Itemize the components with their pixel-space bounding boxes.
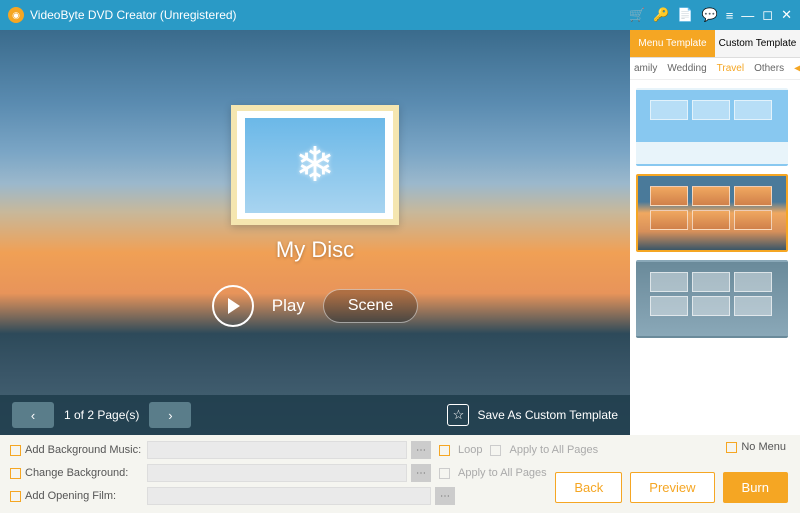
loop-label: Loop bbox=[458, 444, 482, 456]
template-thumb-3[interactable] bbox=[636, 260, 788, 338]
apply-music-label: Apply to All Pages bbox=[509, 444, 598, 456]
page-indicator: 1 of 2 Page(s) bbox=[64, 408, 139, 422]
category-row: amily Wedding Travel Others ◀▶ bbox=[630, 58, 800, 80]
menu-thumbnail-frame[interactable]: ❄ bbox=[231, 105, 399, 225]
next-page-button[interactable]: › bbox=[149, 402, 191, 428]
app-logo-icon: ◉ bbox=[8, 7, 24, 23]
template-thumb-1[interactable] bbox=[636, 88, 788, 166]
minimize-icon[interactable]: — bbox=[741, 8, 754, 23]
no-menu-checkbox[interactable] bbox=[726, 442, 737, 453]
opening-checkbox[interactable] bbox=[10, 491, 21, 502]
apply-bg-label: Apply to All Pages bbox=[458, 467, 547, 479]
opening-input[interactable] bbox=[147, 487, 431, 505]
template-thumb-2[interactable] bbox=[636, 174, 788, 252]
bg-music-input[interactable] bbox=[147, 441, 407, 459]
cat-scroll-icon[interactable]: ◀▶ bbox=[794, 63, 800, 74]
star-icon: ☆ bbox=[447, 404, 469, 426]
tab-custom-template[interactable]: Custom Template bbox=[715, 30, 800, 57]
change-bg-input[interactable] bbox=[147, 464, 407, 482]
preview-button[interactable]: Preview bbox=[630, 472, 714, 503]
cart-icon[interactable]: 🛒 bbox=[629, 7, 645, 23]
close-icon[interactable]: ✕ bbox=[781, 7, 792, 23]
snowflake-icon: ❄ bbox=[295, 137, 335, 193]
scene-button[interactable]: Scene bbox=[323, 289, 418, 323]
change-bg-label: Change Background: bbox=[25, 467, 143, 479]
apply-bg-checkbox[interactable] bbox=[439, 468, 450, 479]
cat-travel[interactable]: Travel bbox=[717, 63, 744, 74]
back-button[interactable]: Back bbox=[555, 472, 622, 503]
cat-family[interactable]: amily bbox=[634, 63, 657, 74]
cat-wedding[interactable]: Wedding bbox=[667, 63, 706, 74]
play-label[interactable]: Play bbox=[272, 296, 305, 316]
titlebar-actions: 🛒 🔑 📄 💬 ≡ — ◻ ✕ bbox=[629, 7, 792, 23]
disc-title[interactable]: My Disc bbox=[276, 237, 354, 263]
burn-button[interactable]: Burn bbox=[723, 472, 788, 503]
prev-page-button[interactable]: ‹ bbox=[12, 402, 54, 428]
change-bg-checkbox[interactable] bbox=[10, 468, 21, 479]
tab-menu-template[interactable]: Menu Template bbox=[630, 30, 715, 57]
bottom-panel: Add Background Music: ⋯ Loop Apply to Al… bbox=[0, 435, 800, 513]
preview-panel: ❄ My Disc Play Scene ‹ 1 of 2 Page(s) › … bbox=[0, 30, 630, 435]
titlebar: ◉ VideoByte DVD Creator (Unregistered) 🛒… bbox=[0, 0, 800, 30]
key-icon[interactable]: 🔑 bbox=[653, 7, 669, 23]
menu-icon[interactable]: ≡ bbox=[726, 8, 734, 23]
opening-browse[interactable]: ⋯ bbox=[435, 487, 455, 505]
save-template-button[interactable]: ☆ Save As Custom Template bbox=[447, 404, 618, 426]
maximize-icon[interactable]: ◻ bbox=[762, 7, 773, 23]
app-title: VideoByte DVD Creator (Unregistered) bbox=[30, 8, 237, 22]
no-menu-label: No Menu bbox=[741, 441, 786, 453]
bg-music-browse[interactable]: ⋯ bbox=[411, 441, 431, 459]
change-bg-browse[interactable]: ⋯ bbox=[411, 464, 431, 482]
chat-icon[interactable]: 💬 bbox=[702, 7, 718, 23]
bg-music-label: Add Background Music: bbox=[25, 444, 143, 456]
play-button[interactable] bbox=[212, 285, 254, 327]
save-template-label: Save As Custom Template bbox=[477, 408, 618, 422]
template-sidebar: Menu Template Custom Template amily Wedd… bbox=[630, 30, 800, 435]
pager-bar: ‹ 1 of 2 Page(s) › ☆ Save As Custom Temp… bbox=[0, 395, 630, 435]
file-icon[interactable]: 📄 bbox=[677, 7, 693, 23]
loop-checkbox[interactable] bbox=[439, 445, 450, 456]
apply-music-checkbox[interactable] bbox=[490, 445, 501, 456]
cat-others[interactable]: Others bbox=[754, 63, 784, 74]
bg-music-checkbox[interactable] bbox=[10, 445, 21, 456]
opening-label: Add Opening Film: bbox=[25, 490, 143, 502]
